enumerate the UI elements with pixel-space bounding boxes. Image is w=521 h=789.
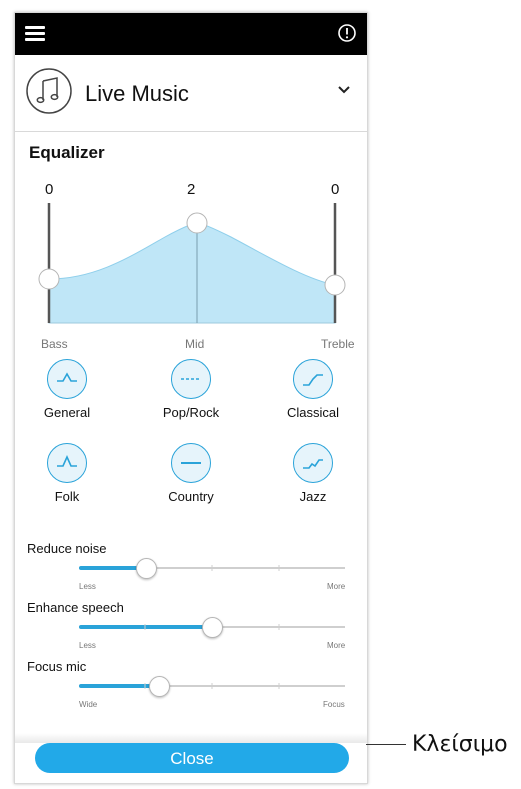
treble-label: Treble bbox=[321, 337, 355, 351]
mid-value: 2 bbox=[187, 181, 196, 198]
preset-jazz[interactable]: Jazz bbox=[265, 443, 361, 517]
callout-line bbox=[366, 744, 406, 745]
preset-label: Country bbox=[168, 489, 214, 504]
footer-divider bbox=[15, 733, 367, 743]
treble-handle[interactable] bbox=[324, 274, 346, 296]
bass-handle[interactable] bbox=[38, 268, 60, 290]
enhance-speech-min-label: Less bbox=[79, 641, 96, 650]
info-icon[interactable] bbox=[337, 23, 357, 43]
folk-curve-icon bbox=[47, 443, 87, 483]
preset-pop-rock[interactable]: Pop/Rock bbox=[143, 359, 239, 433]
preset-label: Classical bbox=[286, 405, 339, 420]
country-curve-icon bbox=[171, 443, 211, 483]
classical-curve-icon bbox=[293, 359, 333, 399]
preset-label: Jazz bbox=[299, 489, 327, 504]
preset-label: General bbox=[43, 405, 91, 420]
enhance-speech-thumb[interactable] bbox=[202, 617, 223, 638]
reduce-noise-thumb[interactable] bbox=[135, 558, 157, 579]
focus-mic-title: Focus mic bbox=[27, 659, 87, 674]
close-callout-label: Κλείσιμο bbox=[412, 732, 508, 757]
preset-classical[interactable]: Classical bbox=[265, 359, 361, 433]
treble-value: 0 bbox=[331, 181, 340, 198]
pop-rock-curve-icon bbox=[171, 359, 211, 399]
program-name: Live Music bbox=[85, 81, 189, 106]
preset-folk[interactable]: Folk bbox=[19, 443, 115, 517]
general-curve-icon bbox=[47, 359, 87, 399]
jazz-curve-icon bbox=[293, 443, 333, 483]
bass-label: Bass bbox=[41, 337, 68, 351]
app-screen: Live Music Equalizer 0 2 0 Bass Mid Treb… bbox=[14, 12, 368, 784]
hamburger-menu-icon[interactable] bbox=[25, 25, 47, 43]
equalizer-graph bbox=[38, 203, 346, 324]
focus-mic-max-label: Focus bbox=[323, 700, 345, 709]
reduce-noise-max-label: More bbox=[327, 582, 346, 591]
enhance-speech-title: Enhance speech bbox=[27, 600, 124, 615]
top-bar bbox=[15, 13, 367, 55]
mid-handle[interactable] bbox=[186, 212, 208, 234]
reduce-noise-slider[interactable] bbox=[79, 558, 345, 580]
preset-label: Pop/Rock bbox=[162, 405, 220, 420]
preset-label: Folk bbox=[54, 489, 80, 504]
chevron-down-icon[interactable] bbox=[337, 85, 351, 95]
music-note-icon bbox=[26, 68, 72, 114]
reduce-noise-title: Reduce noise bbox=[27, 541, 107, 556]
enhance-speech-max-label: More bbox=[327, 641, 346, 650]
focus-mic-thumb[interactable] bbox=[148, 676, 170, 697]
preset-general[interactable]: General bbox=[19, 359, 115, 433]
enhance-speech-slider[interactable] bbox=[79, 617, 345, 639]
focus-mic-slider[interactable] bbox=[79, 676, 345, 698]
program-selector[interactable]: Live Music bbox=[15, 55, 367, 132]
preset-country[interactable]: Country bbox=[143, 443, 239, 517]
bass-value: 0 bbox=[45, 181, 54, 198]
focus-mic-min-label: Wide bbox=[79, 700, 98, 709]
equalizer-title: Equalizer bbox=[29, 143, 105, 162]
close-button[interactable]: Close bbox=[35, 743, 349, 773]
mid-label: Mid bbox=[185, 337, 205, 351]
reduce-noise-min-label: Less bbox=[79, 582, 96, 591]
